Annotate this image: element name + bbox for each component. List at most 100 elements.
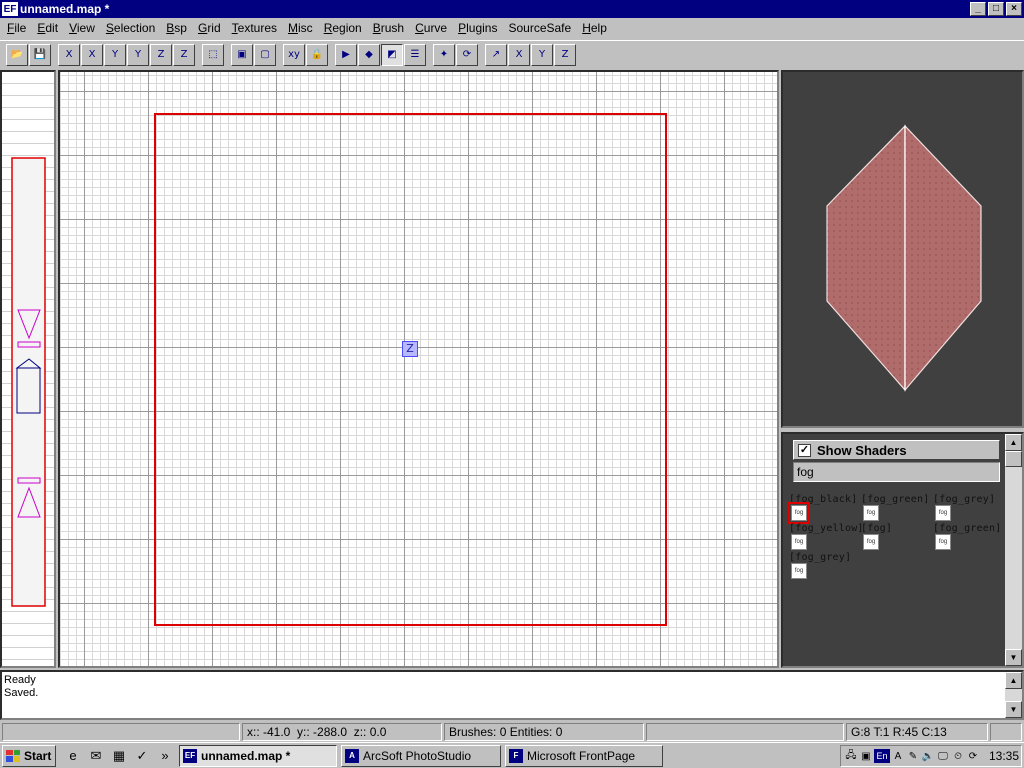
csg-subtract-icon[interactable]: ▣ bbox=[231, 43, 253, 66]
texture-thumbnail[interactable]: fog bbox=[935, 534, 951, 550]
monitor-icon[interactable]: 🖵 bbox=[936, 749, 950, 763]
menu-file[interactable]: File bbox=[2, 21, 32, 35]
app-icon: EF bbox=[2, 2, 18, 16]
menu-textures[interactable]: Textures bbox=[227, 21, 283, 35]
task-label: ArcSoft PhotoStudio bbox=[363, 748, 472, 763]
texture-thumbnail[interactable]: fog bbox=[791, 534, 807, 550]
task-button[interactable]: A ArcSoft PhotoStudio bbox=[341, 744, 501, 767]
change-view-icon[interactable]: xy bbox=[283, 43, 305, 66]
texture-thumbnail[interactable]: fog bbox=[788, 502, 810, 524]
scroll-up-icon[interactable]: ▲ bbox=[1005, 434, 1022, 451]
menu-region[interactable]: Region bbox=[319, 21, 368, 35]
csg-merge-icon[interactable]: ▢ bbox=[254, 43, 276, 66]
outlook-icon[interactable]: ✉ bbox=[86, 746, 106, 766]
update-icon[interactable]: ⟳ bbox=[966, 749, 980, 763]
menu-brush[interactable]: Brush bbox=[368, 21, 410, 35]
camera-view[interactable] bbox=[781, 70, 1024, 428]
brush-face-left bbox=[826, 124, 906, 392]
start-button[interactable]: Start bbox=[2, 744, 56, 767]
desktop-icon[interactable]: ▦ bbox=[109, 746, 129, 766]
menu-curve[interactable]: Curve bbox=[410, 21, 453, 35]
task-button[interactable]: F Microsoft FrontPage bbox=[505, 744, 663, 767]
scroll-up-icon[interactable]: ▲ bbox=[1005, 672, 1022, 689]
texture-thumbnail[interactable]: fog bbox=[863, 534, 879, 550]
texture-lock-icon[interactable]: 🔒 bbox=[306, 43, 328, 66]
close-button[interactable]: × bbox=[1006, 2, 1022, 16]
rotate-view-icon[interactable]: ⟳ bbox=[456, 43, 478, 66]
flip-x-icon[interactable]: X bbox=[58, 43, 80, 66]
language-indicator[interactable]: En bbox=[874, 749, 890, 763]
texture-filter-input[interactable]: fog bbox=[793, 462, 1000, 482]
z-view[interactable] bbox=[0, 70, 56, 668]
vertex-edit-icon[interactable]: ✦ bbox=[433, 43, 455, 66]
flip-z-icon[interactable]: Z bbox=[150, 43, 172, 66]
menu-sourcesafe[interactable]: SourceSafe bbox=[503, 21, 577, 35]
taskbar: Start e ✉ ▦ ✓ » EF unnamed.map * A ArcSoft Pho… bbox=[0, 742, 1024, 768]
speaker-icon[interactable]: 🔈 bbox=[921, 749, 935, 763]
brush-outline[interactable] bbox=[154, 113, 667, 626]
menu-misc[interactable]: Misc bbox=[283, 21, 319, 35]
scale-icon[interactable]: ↗ bbox=[485, 43, 507, 66]
z-marker-icon[interactable]: Z bbox=[402, 341, 418, 357]
menu-view[interactable]: View bbox=[64, 21, 101, 35]
channels-icon[interactable]: ✓ bbox=[132, 746, 152, 766]
menu-plugins[interactable]: Plugins bbox=[453, 21, 503, 35]
axis-z-icon[interactable]: Z bbox=[554, 43, 576, 66]
menu-bar: File Edit View Selection Bsp Grid Textures Misc… bbox=[0, 18, 1024, 38]
rename-icon[interactable]: ✎ bbox=[906, 749, 920, 763]
menu-selection[interactable]: Selection bbox=[101, 21, 161, 35]
network-icon[interactable]: 🖧 bbox=[844, 749, 858, 763]
task-label: unnamed.map * bbox=[201, 748, 291, 763]
console-scrollbar[interactable]: ▲ ▼ bbox=[1005, 672, 1022, 718]
window-title: unnamed.map * bbox=[20, 2, 110, 16]
camera-canvas bbox=[826, 124, 982, 392]
texture-thumbnail[interactable]: fog bbox=[791, 563, 807, 579]
maximize-button[interactable]: □ bbox=[988, 2, 1004, 16]
save-icon[interactable]: 💾 bbox=[29, 43, 51, 66]
scheduler-icon[interactable]: ⏲ bbox=[951, 749, 965, 763]
texture-browser: ✓ Show Shaders fog [fog_black] fog [fog_gr… bbox=[781, 432, 1024, 668]
menu-bsp[interactable]: Bsp bbox=[161, 21, 193, 35]
rotate-y-icon[interactable]: Y bbox=[127, 43, 149, 66]
drag-faces-icon[interactable]: ◩ bbox=[381, 43, 403, 66]
entity-list-icon[interactable]: ☰ bbox=[404, 43, 426, 66]
minimize-button[interactable]: _ bbox=[970, 2, 986, 16]
status-blank bbox=[646, 723, 844, 741]
xy-view[interactable]: Z bbox=[58, 70, 779, 668]
drag-edges-icon[interactable]: ◆ bbox=[358, 43, 380, 66]
ie-icon[interactable]: e bbox=[63, 746, 83, 766]
more-icon[interactable]: » bbox=[155, 746, 175, 766]
show-shaders-toggle[interactable]: ✓ Show Shaders bbox=[793, 440, 1000, 460]
texture-name: [fog] bbox=[861, 523, 893, 534]
scroll-thumb[interactable] bbox=[1005, 451, 1022, 467]
rotate-z-icon[interactable]: Z bbox=[173, 43, 195, 66]
clipper-icon[interactable]: ▶ bbox=[335, 43, 357, 66]
status-coords: x:: -41.0 y:: -288.0 z:: 0.0 bbox=[242, 723, 442, 741]
texture-name: [fog_grey] bbox=[933, 494, 996, 505]
texture-thumbnail[interactable]: fog bbox=[935, 505, 951, 521]
axis-x-icon[interactable]: X bbox=[508, 43, 530, 66]
menu-grid[interactable]: Grid bbox=[193, 21, 227, 35]
texture-name: [fog_grey] bbox=[789, 552, 852, 563]
texture-thumbnail[interactable]: fog bbox=[863, 505, 879, 521]
texture-name: [fog_black] bbox=[789, 494, 858, 505]
tray-app-icon[interactable]: ▣ bbox=[859, 749, 873, 763]
console: Ready Saved. ▲ ▼ bbox=[0, 670, 1024, 720]
selection-icon[interactable]: ⬚ bbox=[202, 43, 224, 66]
clock[interactable]: 13:35 bbox=[989, 749, 1019, 763]
task-app-icon: F bbox=[509, 748, 523, 763]
menu-edit[interactable]: Edit bbox=[32, 21, 64, 35]
flip-y-icon[interactable]: Y bbox=[104, 43, 126, 66]
rotate-x-icon[interactable]: X bbox=[81, 43, 103, 66]
console-line: Saved. bbox=[4, 687, 39, 699]
open-icon[interactable]: 📂 bbox=[6, 43, 28, 66]
checkbox-icon[interactable]: ✓ bbox=[798, 443, 811, 457]
texture-scrollbar[interactable]: ▲ ▼ bbox=[1005, 434, 1022, 666]
axis-y-icon[interactable]: Y bbox=[531, 43, 553, 66]
scroll-down-icon[interactable]: ▼ bbox=[1005, 649, 1022, 666]
scroll-down-icon[interactable]: ▼ bbox=[1005, 701, 1022, 718]
font-icon[interactable]: A bbox=[891, 749, 905, 763]
z-view-canvas bbox=[11, 157, 46, 607]
task-button[interactable]: EF unnamed.map * bbox=[179, 744, 337, 767]
menu-help[interactable]: Help bbox=[577, 21, 613, 35]
